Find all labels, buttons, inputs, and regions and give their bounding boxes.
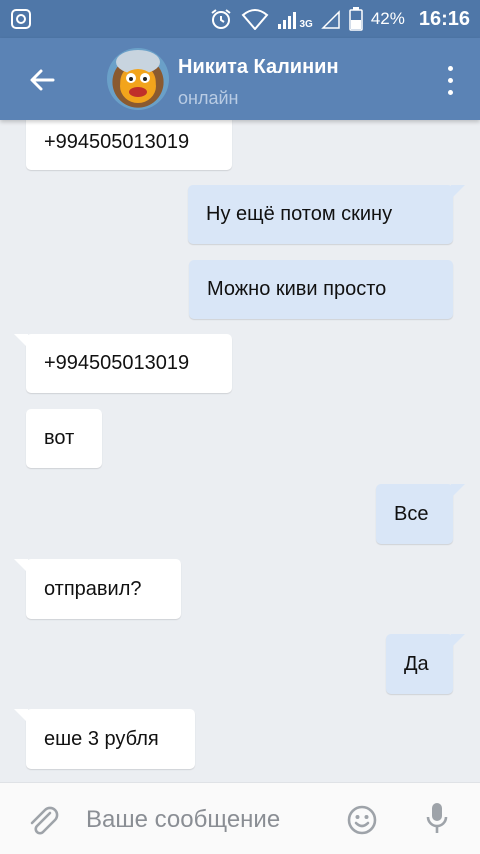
message-text: +994505013019: [44, 130, 190, 153]
bubble-tail: [451, 484, 465, 498]
contact-avatar[interactable]: [107, 48, 169, 110]
bubble-tail: [14, 334, 28, 348]
wifi-icon: [242, 9, 269, 30]
status-bar: 3G 42% 16:16: [0, 0, 480, 38]
message-bubble[interactable]: вот: [26, 409, 102, 468]
arrow-left-icon: [30, 69, 55, 91]
emoji-icon: [347, 805, 377, 835]
message-text: Можно киви просто: [207, 278, 387, 300]
back-button[interactable]: [22, 60, 62, 100]
conversation-header: Никита Калинин онлайн: [0, 38, 480, 120]
message-bubble[interactable]: Можно киви просто: [189, 260, 453, 319]
message-text: вот: [44, 427, 75, 449]
voice-message-button[interactable]: [424, 801, 450, 837]
bubble-tail: [451, 634, 465, 648]
attach-icon: [30, 806, 59, 835]
attach-button[interactable]: [26, 803, 60, 837]
battery-icon: [349, 7, 363, 31]
contact-status: онлайн: [178, 88, 239, 108]
message-text: Да: [404, 652, 429, 675]
signal-icon: [278, 12, 297, 29]
emoji-button[interactable]: [346, 804, 378, 836]
more-options-button[interactable]: [440, 62, 460, 98]
message-bubble[interactable]: Ну ещё потом скину: [188, 185, 465, 244]
contact-name[interactable]: Никита Калинин: [178, 56, 339, 79]
avatar-image: [116, 50, 160, 103]
message-text: еше 3 рубля: [44, 727, 159, 750]
message-text: отправил?: [44, 577, 142, 600]
bubble-tail: [14, 559, 28, 573]
message-text: +994505013019: [44, 352, 190, 374]
app-notification-icon: [11, 9, 31, 29]
signal-empty-icon: [321, 10, 340, 29]
message-bubble[interactable]: отправил?: [14, 559, 181, 619]
message-bubble[interactable]: +994505013019: [14, 334, 232, 393]
bubble-tail: [451, 185, 465, 199]
alarm-icon: [211, 9, 232, 29]
message-text: Ну ещё потом скину: [206, 203, 393, 225]
message-bubble[interactable]: еше 3 рубля: [14, 709, 195, 769]
microphone-icon: [426, 803, 448, 833]
dot: [447, 65, 453, 71]
network-type: 3G: [299, 19, 313, 30]
message-list[interactable]: +994505013019 Ну ещё потом скину Можно к…: [0, 120, 480, 782]
message-text: Все: [394, 502, 429, 525]
bubble-tail: [14, 709, 28, 723]
message-bubble[interactable]: Все: [376, 484, 465, 544]
battery-percent: 42%: [370, 9, 405, 28]
clock: 16:16: [418, 7, 470, 30]
message-composer: [0, 782, 480, 854]
message-input[interactable]: [86, 803, 326, 837]
dot: [447, 89, 453, 95]
message-bubble[interactable]: +994505013019: [26, 120, 232, 170]
dot: [447, 77, 453, 83]
message-bubble[interactable]: Да: [386, 634, 465, 694]
